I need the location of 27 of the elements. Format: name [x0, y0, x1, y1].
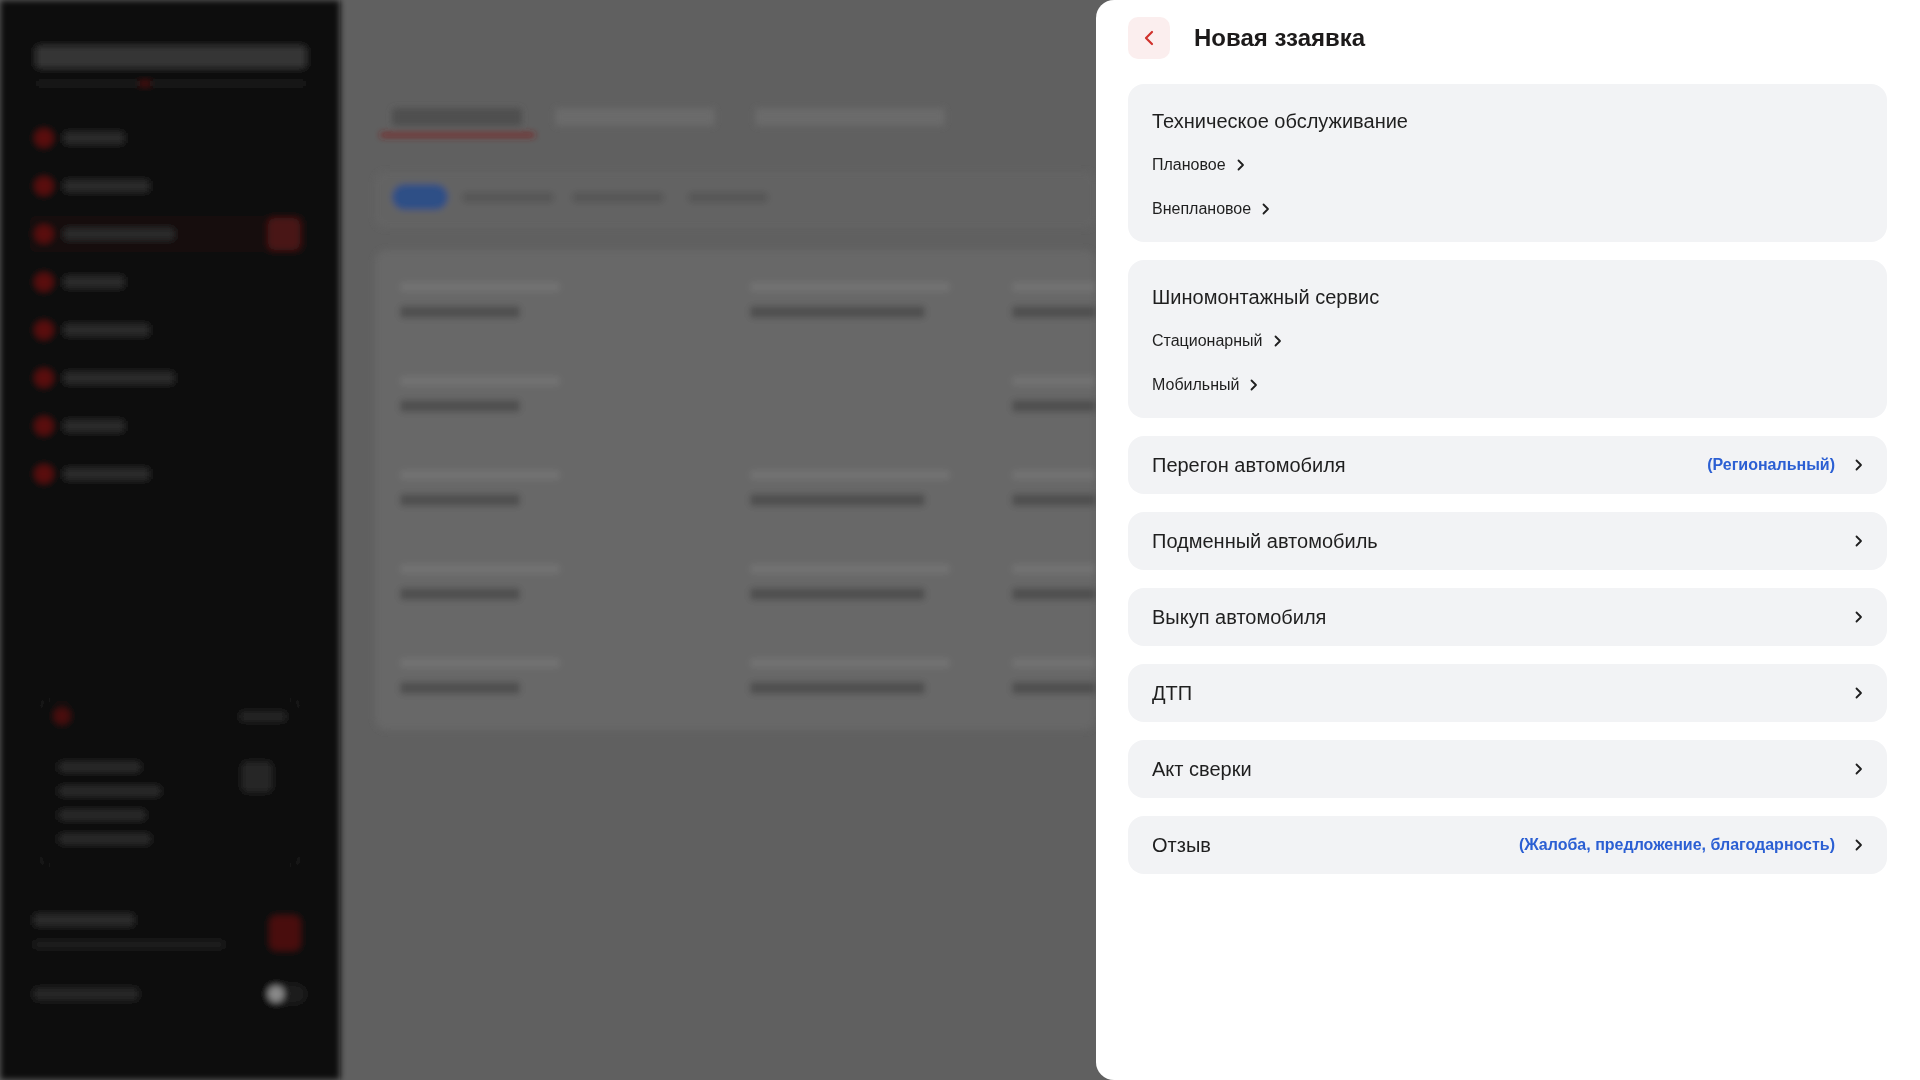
request-type-row[interactable]: ДТП [1128, 664, 1887, 722]
request-type-row[interactable]: Выкуп автомобиля [1128, 588, 1887, 646]
chevron-right-icon [1855, 687, 1863, 699]
chevron-right-icon [1262, 203, 1271, 215]
back-chevron-icon [1144, 30, 1154, 46]
chevron-right-icon [1250, 379, 1259, 391]
chevron-right-icon [1855, 535, 1863, 547]
chevron-right-icon [1855, 839, 1863, 851]
chevron-right-icon [1273, 335, 1282, 347]
note-text: (Региональный) [1707, 456, 1835, 474]
note-text: (Жалоба, предложение, благодарность) [1518, 836, 1835, 854]
chevron-right-icon [1236, 159, 1245, 171]
option-link[interactable]: Мобильный [1152, 374, 1259, 396]
request-type-row[interactable]: Акт сверки [1128, 740, 1887, 798]
chevron-right-icon [1855, 763, 1863, 775]
request-type-row[interactable]: Подменный автомобиль [1128, 512, 1887, 570]
group-title: Техническое обслуживание [1152, 109, 1408, 134]
option-link[interactable]: Плановое [1152, 154, 1245, 176]
option-link[interactable]: Внеплановое [1152, 198, 1271, 220]
chevron-right-icon [1855, 459, 1863, 471]
request-type-row[interactable]: Перегон автомобиля (Региональный) [1128, 436, 1887, 494]
panel-title: Новая ззаявка [1194, 23, 1366, 53]
request-type-row[interactable]: Отзыв (Жалоба, предложение, благодарность) [1128, 816, 1887, 874]
chevron-right-icon [1855, 611, 1863, 623]
option-link[interactable]: Стационарный [1152, 330, 1282, 352]
back-button[interactable] [1128, 17, 1170, 59]
group-title: Шиномонтажный сервис [1152, 285, 1380, 310]
